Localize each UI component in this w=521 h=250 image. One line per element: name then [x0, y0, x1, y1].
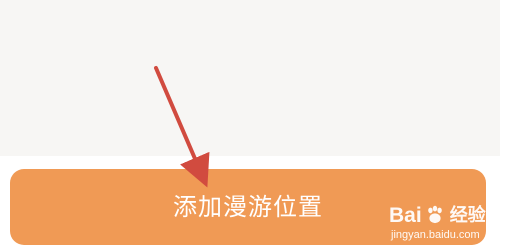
add-roaming-location-button[interactable]: 添加漫游位置	[10, 169, 486, 245]
add-roaming-location-label: 添加漫游位置	[173, 193, 323, 221]
content-panel	[0, 0, 500, 156]
